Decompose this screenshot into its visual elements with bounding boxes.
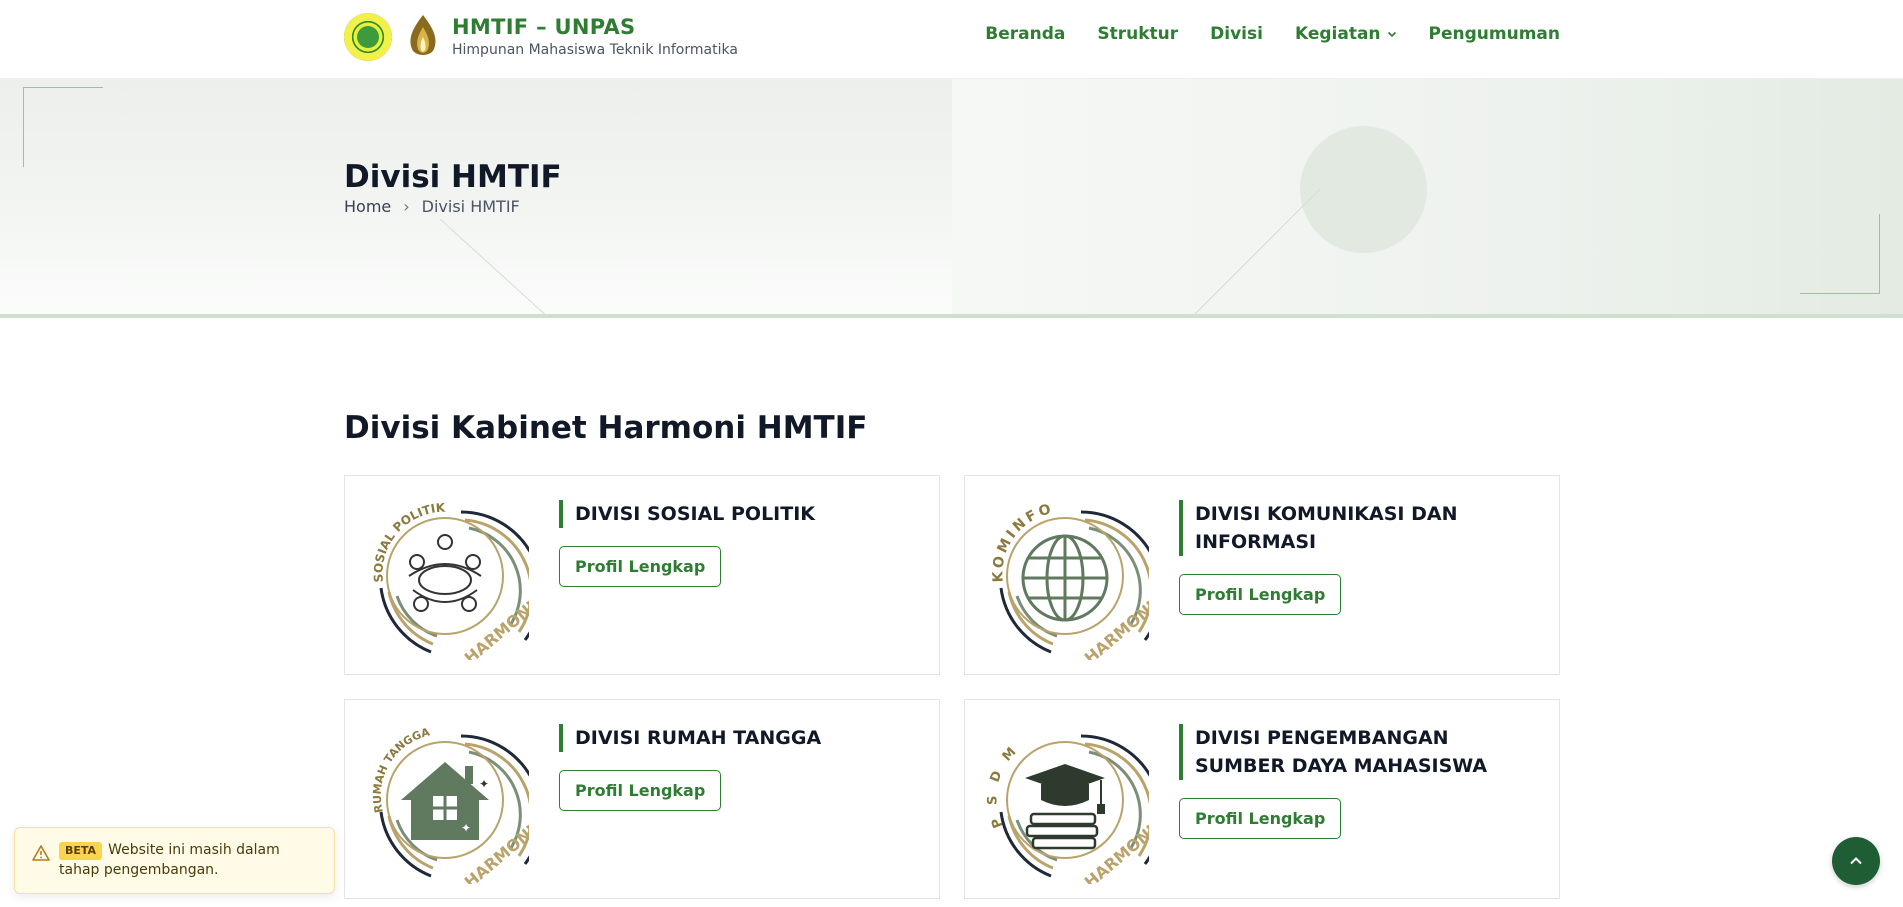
svg-text:✦: ✦ — [461, 821, 471, 835]
profil-lengkap-button[interactable]: Profil Lengkap — [559, 546, 722, 587]
house-icon: RUMAH TANGGA ✦ ✦ HARMONI — [371, 725, 529, 884]
svg-text:✦: ✦ — [479, 777, 489, 791]
card-title: DIVISI KOMUNIKASI DAN INFORMASI — [1179, 500, 1543, 556]
logo-arc-text: P S D M — [985, 742, 1018, 830]
breadcrumb: Home › Divisi HMTIF — [344, 197, 520, 216]
nav-kegiatan-dropdown[interactable]: Kegiatan — [1295, 24, 1397, 44]
unpas-logo — [344, 13, 392, 61]
decorative-corner — [1800, 214, 1880, 294]
decorative-line — [1190, 189, 1320, 318]
graduation-cap-books-icon: P S D M HARMONI — [985, 734, 1149, 884]
page-title: Divisi HMTIF — [344, 159, 562, 195]
globe-icon: KOMINFO HARMONI — [990, 501, 1149, 660]
division-card-psdm: P S D M HARMONI DIVISI PENGEMBANGAN SUMB… — [964, 699, 1560, 899]
breadcrumb-home-link[interactable]: Home — [344, 197, 391, 216]
hero-panel — [952, 79, 1903, 318]
nav-divisi[interactable]: Divisi — [1210, 24, 1263, 44]
svg-text:P S D M: P S D M — [985, 742, 1022, 830]
decorative-corner — [23, 87, 103, 167]
nav-label: Beranda — [985, 24, 1066, 44]
profil-lengkap-button[interactable]: Profil Lengkap — [1179, 574, 1342, 615]
nav-pengumuman[interactable]: Pengumuman — [1429, 24, 1560, 44]
profil-lengkap-button[interactable]: Profil Lengkap — [1179, 798, 1342, 839]
profil-lengkap-button[interactable]: Profil Lengkap — [559, 770, 722, 811]
division-card-rumah-tangga: RUMAH TANGGA ✦ ✦ HARMONI DIVISI RUMAH TA… — [344, 699, 940, 899]
decorative-line — [440, 219, 550, 318]
nav-struktur[interactable]: Struktur — [1097, 24, 1178, 44]
brand[interactable]: HMTIF – UNPAS Himpunan Mahasiswa Teknik … — [344, 13, 738, 61]
nav-label: Kegiatan — [1294, 24, 1381, 44]
brand-subtitle: Himpunan Mahasiswa Teknik Informatika — [452, 42, 738, 58]
breadcrumb-current: Divisi HMTIF — [421, 197, 520, 216]
scroll-to-top-button[interactable] — [1832, 837, 1880, 885]
main-nav: Beranda Struktur Divisi Kegiatan Pengumu… — [953, 24, 1560, 44]
hmtif-flame-logo — [410, 15, 436, 55]
card-title: DIVISI RUMAH TANGGA — [559, 724, 923, 752]
people-around-table-icon: SOSIAL POLITIK HARMONI — [371, 501, 529, 660]
chevron-down-icon — [1387, 31, 1396, 38]
card-title: DIVISI SOSIAL POLITIK — [559, 500, 923, 528]
division-card-kominfo: KOMINFO HARMONI DIVISI KOMUNIKASI DAN IN… — [964, 475, 1560, 675]
nav-label: Pengumuman — [1428, 24, 1560, 44]
svg-text:SOSIAL POLITIK: SOSIAL POLITIK — [371, 501, 446, 583]
site-header: HMTIF – UNPAS Himpunan Mahasiswa Teknik … — [0, 0, 1903, 79]
beta-notice: BETA Website ini masih dalam tahap pengem… — [14, 827, 335, 894]
logo-arc-text: SOSIAL POLITIK — [371, 501, 446, 583]
beta-badge: BETA — [59, 842, 103, 860]
chevron-up-icon — [1850, 857, 1862, 865]
nav-beranda[interactable]: Beranda — [985, 24, 1065, 44]
nav-label: Struktur — [1097, 24, 1179, 44]
brand-title: HMTIF – UNPAS — [452, 15, 636, 39]
card-title: DIVISI PENGEMBANGAN SUMBER DAYA MAHASISW… — [1179, 724, 1543, 780]
breadcrumb-separator: › — [403, 197, 410, 216]
section-title: Divisi Kabinet Harmoni HMTIF — [344, 410, 868, 446]
division-card-sospol: SOSIAL POLITIK HARMONI DIVISI SOSIAL POL… — [344, 475, 940, 675]
hero-divider — [0, 314, 1903, 318]
nav-label: Divisi — [1210, 24, 1263, 44]
page-hero: Divisi HMTIF Home › Divisi HMTIF — [0, 79, 1903, 318]
warning-icon — [32, 845, 50, 861]
